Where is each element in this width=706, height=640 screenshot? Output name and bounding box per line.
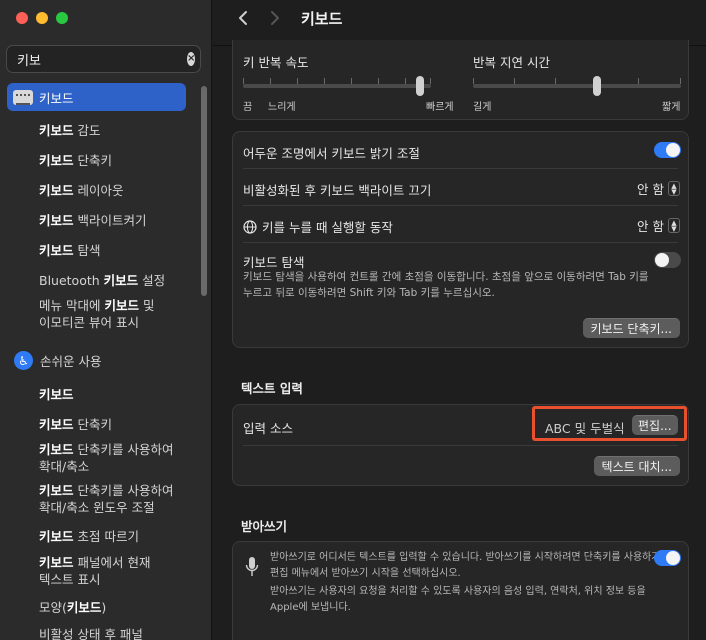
- speed-fast-label: 빠르게: [426, 102, 454, 113]
- microphone-icon: [245, 557, 259, 576]
- sidebar-item-acc-zoom-window[interactable]: 키보드 단축키를 사용하여 확대/축소 윈도우 조절: [39, 482, 211, 516]
- dictation-toggle[interactable]: [654, 550, 681, 566]
- backlight-off-label: 비활성화된 후 키보드 백라이트 끄기: [243, 183, 432, 198]
- sidebar-item-keyboard-navigation[interactable]: 키보드 탐색: [39, 240, 211, 259]
- key-repeat-speed-slider[interactable]: [243, 84, 431, 88]
- dictation-privacy-note: 받아쓰기는 사용자의 요청을 처리할 수 있도록 사용자의 음성 입력, 연락처…: [270, 586, 646, 613]
- text-replacements-button[interactable]: 텍스트 대치...: [593, 456, 680, 476]
- search-input[interactable]: [17, 51, 187, 67]
- sidebar-item-label: 키보드: [39, 90, 74, 106]
- keyboard-icon: [13, 89, 33, 105]
- sidebar: × 키보드 키보드 감도 키보드 단축키 키보드 레이아웃 키보드 백라이트켜기…: [0, 0, 212, 640]
- sidebar-item-acc-inactive-panel[interactable]: 비활성 상태 후 패널: [39, 624, 211, 640]
- sidebar-item-acc-appearance[interactable]: 모양(키보드): [39, 597, 211, 616]
- adjust-brightness-label: 어두운 조명에서 키보드 밝기 조절: [243, 146, 420, 161]
- sidebar-item-keyboard-shortcuts[interactable]: 키보드 단축키: [39, 150, 211, 169]
- clear-search-icon[interactable]: ×: [187, 52, 196, 66]
- edit-highlight-box: [532, 406, 687, 441]
- delay-long-label: 길게: [473, 102, 492, 113]
- main-pane: 키보드 키 반복 속도 끔 느리게 빠르게 반복 지연 시간 길게 짧게 어두운…: [213, 0, 706, 640]
- input-source-label: 입력 소스: [243, 421, 293, 436]
- dictation-description: 받아쓰기로 어디서든 텍스트를 입력할 수 있습니다. 받아쓰기를 시작하려면 …: [270, 552, 670, 579]
- keyboard-navigation-toggle[interactable]: [654, 252, 681, 268]
- backlight-off-popup[interactable]: 안 함 ▲ ▼: [637, 179, 680, 198]
- sidebar-item-acc-keyboard-shortcuts[interactable]: 키보드 단축키: [39, 414, 211, 433]
- speed-slow-label: 느리게: [268, 102, 296, 113]
- minimize-window-button[interactable]: [36, 12, 48, 24]
- keyboard-shortcuts-button[interactable]: 키보드 단축키...: [582, 318, 680, 338]
- dictation-section-title: 받아쓰기: [241, 519, 288, 534]
- globe-icon: [243, 219, 257, 234]
- key-repeat-speed-label: 키 반복 속도: [243, 55, 309, 70]
- delay-short-label: 짧게: [662, 102, 681, 113]
- toolbar: 키보드: [213, 0, 706, 36]
- globe-key-label: 키를 누를 때 실행할 동작: [262, 220, 393, 235]
- repeat-delay-label: 반복 지연 시간: [473, 55, 550, 70]
- key-repeat-speed-thumb[interactable]: [416, 76, 424, 96]
- globe-key-popup[interactable]: 안 함 ▲ ▼: [637, 216, 680, 235]
- sidebar-item-keyboard-backlight[interactable]: 키보드 백라이트켜기: [39, 210, 211, 229]
- forward-button[interactable]: [263, 6, 287, 30]
- sidebar-item-acc-zoom-shortcuts[interactable]: 키보드 단축키를 사용하여 확대/축소: [39, 441, 211, 475]
- key-repeat-card: 키 반복 속도 끔 느리게 빠르게 반복 지연 시간 길게 짧게: [232, 40, 689, 120]
- sidebar-item-acc-panel-text[interactable]: 키보드 패널에서 현재 텍스트 표시: [39, 554, 211, 588]
- up-down-chevron-icon: ▲ ▼: [668, 181, 680, 196]
- sidebar-item-keyboard-layout[interactable]: 키보드 레이아웃: [39, 180, 211, 199]
- close-window-button[interactable]: [16, 12, 28, 24]
- up-down-chevron-icon: ▲ ▼: [668, 218, 680, 233]
- keyboard-navigation-description: 키보드 탐색을 사용하여 컨트롤 간에 초점을 이동합니다. 초점을 앞으로 이…: [243, 271, 649, 299]
- sidebar-item-bluetooth-keyboard[interactable]: Bluetooth 키보드 설정: [39, 270, 211, 289]
- window-controls: [16, 12, 68, 24]
- speed-min-label: 끔: [243, 102, 253, 113]
- dictation-card: 받아쓰기로 어디서든 텍스트를 입력할 수 있습니다. 받아쓰기를 시작하려면 …: [232, 541, 689, 640]
- sidebar-item-acc-keyboard-focus[interactable]: 키보드 초점 따르기: [39, 526, 211, 545]
- chevron-right-icon: [271, 11, 279, 25]
- sidebar-item-acc-keyboard[interactable]: 키보드: [39, 384, 211, 403]
- sidebar-item-keyboard-sensitivity[interactable]: 키보드 감도: [39, 120, 211, 139]
- zoom-window-button[interactable]: [56, 12, 68, 24]
- accessibility-icon: ♿: [14, 351, 33, 370]
- adjust-brightness-toggle[interactable]: [654, 142, 681, 158]
- search-field[interactable]: ×: [6, 45, 201, 73]
- keyboard-options-card: 어두운 조명에서 키보드 밝기 조절 비활성화된 후 키보드 백라이트 끄기 안…: [232, 131, 689, 348]
- text-input-section-title: 텍스트 입력: [241, 381, 303, 396]
- repeat-delay-slider[interactable]: [473, 84, 681, 88]
- repeat-delay-thumb[interactable]: [593, 76, 601, 96]
- globe-key-row: 키를 누를 때 실행할 동작: [243, 217, 393, 236]
- page-title: 키보드: [301, 9, 343, 28]
- sidebar-item-keyboard[interactable]: 키보드: [7, 83, 186, 111]
- sidebar-item-menu-bar-keyboard[interactable]: 메뉴 막대에 키보드 및 이모티콘 뷰어 표시: [39, 297, 211, 331]
- back-button[interactable]: [231, 6, 255, 30]
- chevron-left-icon: [239, 11, 247, 25]
- sidebar-item-accessibility[interactable]: ♿ 손쉬운 사용: [14, 351, 211, 370]
